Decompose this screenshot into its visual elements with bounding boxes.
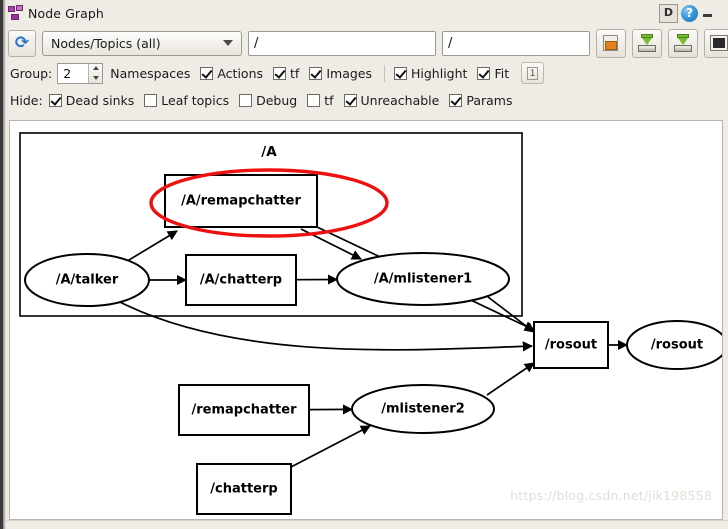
graph-node-label: /rosout bbox=[651, 338, 703, 353]
checkbox-box-icon bbox=[273, 66, 287, 80]
topic-filter-value: / bbox=[448, 35, 453, 51]
graph-edge bbox=[486, 362, 535, 396]
checkbox-fit-label: Fit bbox=[494, 65, 510, 81]
graph-canvas[interactable]: /A /A/remapchatter/A/talker/A/chatterp/A… bbox=[9, 120, 723, 520]
topic-filter-input[interactable]: / bbox=[442, 30, 590, 56]
checkbox-box-icon bbox=[307, 93, 321, 107]
save-dot-button[interactable] bbox=[632, 28, 662, 58]
checkbox-debug[interactable]: Debug bbox=[239, 93, 297, 108]
graph-type-value: Nodes/Topics (all) bbox=[51, 35, 161, 51]
checkbox-debug-label: Debug bbox=[256, 92, 298, 108]
ros-node-graph: /A /A/remapchatter/A/talker/A/chatterp/A… bbox=[19, 132, 722, 515]
checkbox-box-icon bbox=[477, 66, 491, 80]
window-title: Node Graph bbox=[28, 5, 104, 21]
graph-node[interactable]: /A/chatterp bbox=[185, 254, 297, 306]
graph-node-label: /A/chatterp bbox=[200, 273, 282, 288]
toolbar-row-hide: Hide: Dead sinks Leaf topics Debug tf Un… bbox=[10, 89, 522, 111]
checkbox-box-icon bbox=[309, 66, 323, 80]
close-button[interactable] bbox=[718, 5, 726, 21]
checkbox-hide-tf[interactable]: tf bbox=[307, 92, 334, 108]
refresh-icon: ⟳ bbox=[14, 32, 30, 53]
toolbar-row-options: Group: 2 Namespaces Actions tf Images Hi… bbox=[10, 62, 545, 84]
checkbox-box-icon bbox=[239, 93, 253, 107]
graph-node-label: /remapchatter bbox=[192, 403, 298, 418]
graph-node[interactable]: /A/remapchatter bbox=[164, 174, 318, 228]
graph-node-label: /chatterp bbox=[210, 482, 277, 497]
checkbox-params-label: Params bbox=[466, 92, 513, 108]
checkbox-unreachable-label: Unreachable bbox=[360, 92, 440, 108]
graph-node[interactable]: /chatterp bbox=[196, 463, 292, 515]
title-bar: Node Graph D ? bbox=[6, 0, 728, 26]
checkbox-highlight-label: Highlight bbox=[411, 65, 468, 81]
checkbox-box-icon bbox=[343, 93, 357, 107]
status-bar bbox=[6, 520, 728, 529]
fit-in-view-button[interactable]: 1 bbox=[521, 62, 545, 84]
node-filter-value: / bbox=[254, 35, 259, 51]
group-value: 2 bbox=[63, 65, 72, 81]
checkbox-dead-sinks[interactable]: Dead sinks bbox=[48, 92, 135, 108]
checkbox-box-icon bbox=[48, 93, 62, 107]
toolbar-row-filters: ⟳ Nodes/Topics (all) / / bbox=[8, 28, 728, 58]
checkbox-actions-label: Actions bbox=[217, 65, 264, 81]
checkbox-images[interactable]: Images bbox=[309, 66, 372, 81]
checkbox-box-icon bbox=[394, 66, 407, 80]
node-filter-input[interactable]: / bbox=[248, 30, 436, 56]
group-label: Group: bbox=[10, 65, 53, 81]
checkbox-unreachable[interactable]: Unreachable bbox=[343, 92, 440, 108]
checkbox-fit[interactable]: Fit bbox=[477, 66, 509, 81]
checkbox-hide-tf-label: tf bbox=[324, 92, 334, 108]
node-graph-icon bbox=[8, 5, 24, 21]
graph-edge bbox=[123, 230, 178, 264]
node-graph-window: Node Graph D ? ⟳ Nodes/Topics (all) / / bbox=[0, 0, 728, 529]
stepper-arrows-icon[interactable] bbox=[88, 63, 103, 83]
checkbox-box-icon bbox=[200, 66, 214, 80]
graph-node[interactable]: /rosout bbox=[533, 321, 609, 369]
save-image-button[interactable] bbox=[668, 28, 698, 58]
graph-node[interactable]: /A/talker bbox=[24, 253, 150, 307]
checkbox-dead-sinks-label: Dead sinks bbox=[65, 92, 135, 108]
graph-node[interactable]: /mlistener2 bbox=[351, 384, 495, 434]
checkbox-highlight[interactable]: Highlight bbox=[394, 66, 467, 81]
checkbox-box-icon bbox=[144, 93, 158, 107]
toolbar-actions bbox=[596, 28, 728, 58]
namespaces-label: Namespaces bbox=[110, 65, 191, 81]
graph-node-label: /mlistener2 bbox=[381, 402, 465, 417]
title-bar-controls: D ? bbox=[659, 3, 728, 23]
graph-node-label: /rosout bbox=[545, 338, 597, 353]
refresh-button[interactable]: ⟳ bbox=[8, 29, 36, 57]
graph-node[interactable]: /remapchatter bbox=[178, 384, 310, 436]
graph-node-label: /A/mlistener1 bbox=[374, 272, 472, 287]
group-stepper[interactable]: 2 bbox=[57, 62, 104, 84]
checkbox-images-label: Images bbox=[326, 65, 372, 81]
hide-label: Hide: bbox=[10, 92, 43, 108]
checkbox-tf-label: tf bbox=[290, 65, 300, 81]
graph-edge bbox=[113, 298, 534, 352]
graph-node[interactable]: /A/mlistener1 bbox=[336, 252, 510, 306]
checkbox-tf[interactable]: tf bbox=[273, 66, 299, 81]
checkbox-box-icon bbox=[449, 93, 463, 107]
fullscreen-button[interactable] bbox=[704, 28, 728, 58]
undock-button[interactable]: D bbox=[659, 3, 678, 23]
graph-node[interactable]: /rosout bbox=[626, 320, 722, 370]
chevron-down-icon bbox=[223, 40, 233, 46]
open-file-icon bbox=[603, 34, 618, 51]
svg-text:/A: /A bbox=[261, 144, 277, 160]
graph-edge bbox=[487, 296, 535, 333]
checkbox-leaf-topics[interactable]: Leaf topics bbox=[144, 93, 229, 108]
checkbox-params[interactable]: Params bbox=[449, 93, 512, 108]
save-dot-icon bbox=[639, 33, 655, 45]
help-icon[interactable]: ? bbox=[681, 4, 698, 22]
save-image-icon bbox=[675, 33, 691, 45]
toolbar-separator bbox=[384, 64, 385, 82]
graph-type-select[interactable]: Nodes/Topics (all) bbox=[42, 30, 242, 56]
screen-icon bbox=[710, 34, 728, 51]
fit-in-view-icon: 1 bbox=[527, 66, 539, 80]
load-dot-button[interactable] bbox=[596, 28, 626, 58]
minimize-button[interactable] bbox=[701, 5, 715, 21]
graph-node-label: /A/remapchatter bbox=[181, 194, 301, 209]
checkbox-actions[interactable]: Actions bbox=[200, 66, 263, 81]
graph-node-label: /A/talker bbox=[56, 273, 119, 288]
window-left-edge bbox=[0, 0, 6, 529]
checkbox-leaf-topics-label: Leaf topics bbox=[161, 92, 230, 108]
